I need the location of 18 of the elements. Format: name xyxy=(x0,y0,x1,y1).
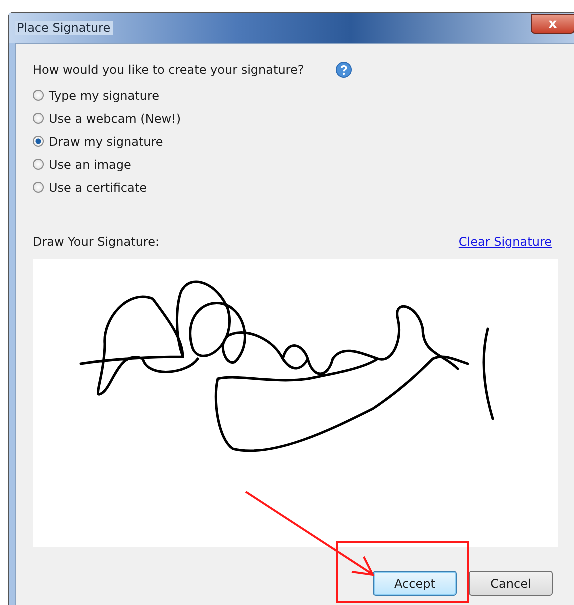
accept-button[interactable]: Accept xyxy=(373,571,457,596)
draw-label: Draw Your Signature: xyxy=(33,235,160,251)
radio-button[interactable] xyxy=(33,182,44,193)
radio-button[interactable] xyxy=(33,136,44,147)
cancel-button[interactable]: Cancel xyxy=(469,571,553,596)
radio-option[interactable]: Draw my signature xyxy=(33,130,164,153)
radio-option[interactable]: Use a certificate xyxy=(33,176,147,199)
help-icon[interactable] xyxy=(336,62,352,78)
radio-option[interactable]: Use an image xyxy=(33,153,132,176)
radio-button[interactable] xyxy=(33,113,44,124)
window-title: Place Signature xyxy=(15,21,113,35)
question-label: How would you like to create your signature? xyxy=(33,63,304,77)
signature-canvas[interactable] xyxy=(33,259,558,547)
radio-option[interactable]: Type my signature xyxy=(33,84,160,107)
radio-button[interactable] xyxy=(33,90,44,101)
clear-signature-link[interactable]: Clear Signature xyxy=(458,235,552,251)
radio-button[interactable] xyxy=(33,159,44,170)
radio-option[interactable]: Use a webcam (New!) xyxy=(33,107,182,130)
